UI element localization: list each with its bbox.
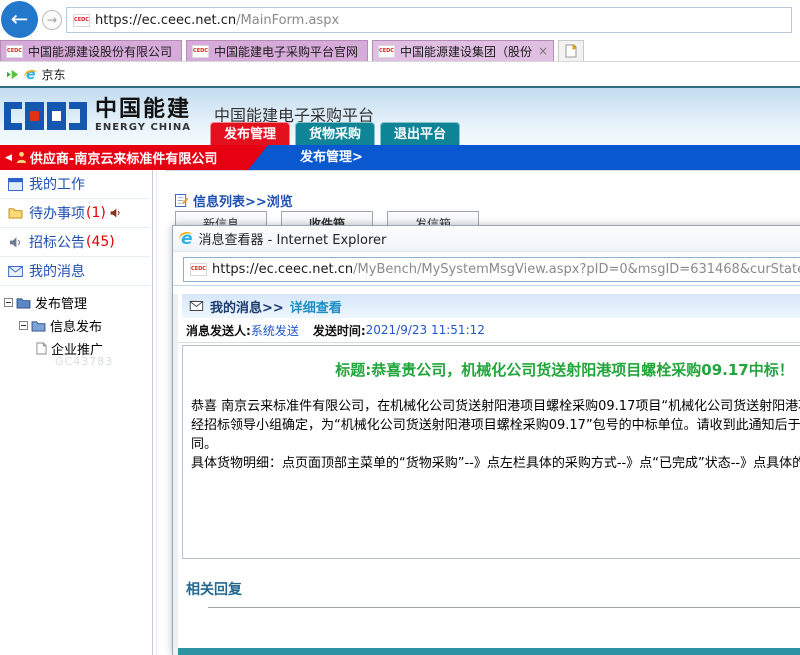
logo-text-en: ENERGY CHINA: [95, 122, 191, 133]
todo-count: (1): [86, 205, 106, 221]
favorites-bar: e 京东: [0, 63, 800, 86]
ie-page-icon: e: [26, 67, 36, 83]
main-nav: 发布管理 货物采购 退出平台: [210, 122, 465, 145]
tree-node-publish[interactable]: 发布管理: [0, 291, 150, 314]
sidebar-divider: [152, 170, 153, 655]
logo-text-cn: 中国能建: [95, 98, 191, 122]
message-body: 恭喜 南京云来标准件有限公司，在机械化公司货送射阳港项目螺栓采购09.17项目“…: [191, 397, 800, 473]
envelope-icon: [8, 266, 23, 277]
browser-tab-1[interactable]: CEDC 中国能源建设股份有限公司: [0, 40, 182, 61]
ceec-favicon: CEDC: [6, 45, 23, 58]
sidebar-tree: 发布管理 信息发布 企业推广: [0, 291, 150, 360]
folder-open-icon: [8, 207, 23, 219]
favorites-arrows-icon[interactable]: [6, 68, 21, 81]
detail-view-link[interactable]: 详细查看: [290, 297, 342, 316]
popup-title-bar[interactable]: e 消息查看器 - Internet Explorer: [173, 226, 800, 252]
ceec-favicon: CEDC: [378, 45, 395, 58]
page-icon: [36, 342, 47, 355]
nav-tab-goods[interactable]: 货物采购: [295, 122, 375, 145]
time-label: 发送时间:: [313, 322, 366, 339]
ceec-favicon: CEDC: [73, 14, 90, 27]
address-domain: https://ec.ceec.net.cn: [95, 13, 236, 28]
new-tab-page-icon: [565, 44, 577, 58]
body-line: 经招标领导小组确定，为“机械化公司货送射阳港项目螺栓采购09.17”包号的中标单…: [191, 416, 800, 435]
body-line: 同。: [191, 435, 800, 454]
popup-address-bar[interactable]: CEDC https://ec.ceec.net.cn/MyBench/MySy…: [183, 257, 800, 282]
popup-url-path: /MyBench/MySystemMsgView.aspx?pID=0&msgI…: [353, 262, 800, 277]
sidebar: 我的工作 待办事项 (1) 招标公告 (45): [0, 170, 150, 655]
body-line: 恭喜 南京云来标准件有限公司，在机械化公司货送射阳港项目螺栓采购09.17项目“…: [191, 397, 800, 416]
sidebar-item-todo[interactable]: 待办事项 (1): [0, 199, 150, 228]
sidebar-item-bid-notice[interactable]: 招标公告 (45): [0, 228, 150, 257]
speaker-icon: [109, 207, 122, 219]
sender-value: 系统发送: [251, 322, 299, 339]
time-value: 2021/9/23 11:51:12: [366, 323, 485, 337]
tree-node-info-publish[interactable]: 信息发布: [0, 314, 150, 337]
message-title: 标题:恭喜贵公司，机械化公司货送射阳港项目螺栓采购09.17中标！: [183, 359, 800, 380]
mail-icon: [188, 300, 204, 312]
ceec-logo-mark: [4, 101, 87, 131]
browser-tab-2[interactable]: CEDC 中国能建电子采购平台官网: [186, 40, 368, 61]
nav-tab-exit[interactable]: 退出平台: [380, 122, 460, 145]
body-line: 具体货物明细：点页面顶部主菜单的“货物采购”--》点左栏具体的采购方式--》点“…: [191, 454, 800, 473]
person-icon: [16, 151, 27, 164]
address-path: /MainForm.aspx: [236, 13, 339, 28]
folder-icon: [31, 320, 46, 332]
related-replies-title: 相关回复: [186, 579, 800, 599]
new-tab-button[interactable]: [558, 40, 584, 61]
favorites-item-jd[interactable]: 京东: [42, 66, 66, 83]
close-tab-icon[interactable]: ×: [538, 44, 548, 58]
nav-tab-publish[interactable]: 发布管理: [210, 122, 290, 145]
popup-address-row: CEDC https://ec.ceec.net.cn/MyBench/MySy…: [173, 252, 800, 286]
browser-tab-3-active[interactable]: CEDC 中国能源建设集团（股份）... ×: [372, 40, 554, 61]
message-viewer-window: e 消息查看器 - Internet Explorer CEDC https:/…: [172, 225, 800, 655]
ceec-favicon: CEDC: [192, 45, 209, 58]
address-bar[interactable]: CEDC https://ec.ceec.net.cn/MainForm.asp…: [66, 7, 792, 33]
breadcrumb-banner: ◀ 供应商-南京云来标准件有限公司 发布管理>: [0, 145, 800, 170]
forward-button[interactable]: →: [42, 10, 62, 30]
collapse-arrow-icon[interactable]: ◀: [5, 153, 12, 163]
sidebar-item-my-messages[interactable]: 我的消息: [0, 257, 150, 286]
tree-collapse-icon[interactable]: [4, 298, 13, 307]
tree-collapse-icon[interactable]: [19, 321, 28, 330]
message-meta-row: 消息发送人: 系统发送 发送时间: 2021/9/23 11:51:12: [178, 318, 800, 343]
speaker-icon: [8, 236, 23, 249]
popup-url-domain: https://ec.ceec.net.cn: [212, 262, 353, 277]
ceec-favicon: CEDC: [190, 263, 207, 276]
form-icon: [175, 194, 188, 207]
popup-bottom-strip: [178, 648, 800, 655]
popup-window-title: 消息查看器 - Internet Explorer: [199, 229, 387, 248]
window-icon: [8, 178, 23, 191]
site-header: 中国能建 ENERGY CHINA 中国能建电子采购平台 发布管理 货物采购 退…: [0, 86, 800, 145]
folder-icon: [16, 297, 31, 309]
section-title: 我的消息>>: [210, 297, 284, 316]
bid-notice-count: (45): [86, 234, 115, 250]
supplier-badge: ◀ 供应商-南京云来标准件有限公司: [0, 145, 268, 170]
ceec-logo: 中国能建 ENERGY CHINA: [4, 98, 191, 133]
related-replies-divider: [208, 607, 800, 608]
ie-icon: e: [181, 229, 193, 249]
back-button[interactable]: ←: [1, 1, 38, 38]
sender-label: 消息发送人:: [186, 322, 251, 339]
browser-chrome: ← → CEDC https://ec.ceec.net.cn/MainForm…: [0, 0, 800, 40]
popup-content: 我的消息>> 详细查看 消息发送人: 系统发送 发送时间: 2021/9/23 …: [173, 294, 800, 655]
list-header: 信息列表>>浏览: [175, 191, 293, 210]
message-section-header: 我的消息>> 详细查看: [182, 294, 800, 318]
sidebar-divider-inner: [156, 170, 157, 655]
supplier-name: 供应商-南京云来标准件有限公司: [30, 148, 217, 167]
message-body-box: 标题:恭喜贵公司，机械化公司货送射阳港项目螺栓采购09.17中标！ 恭喜 南京云…: [182, 345, 800, 559]
sidebar-item-my-work[interactable]: 我的工作: [0, 170, 150, 199]
browser-window: ← → CEDC https://ec.ceec.net.cn/MainForm…: [0, 0, 800, 655]
tab-bar: CEDC 中国能源建设股份有限公司 CEDC 中国能建电子采购平台官网 CEDC…: [0, 40, 800, 62]
breadcrumb[interactable]: 发布管理>: [300, 145, 363, 170]
watermark: GC43783: [55, 355, 113, 368]
